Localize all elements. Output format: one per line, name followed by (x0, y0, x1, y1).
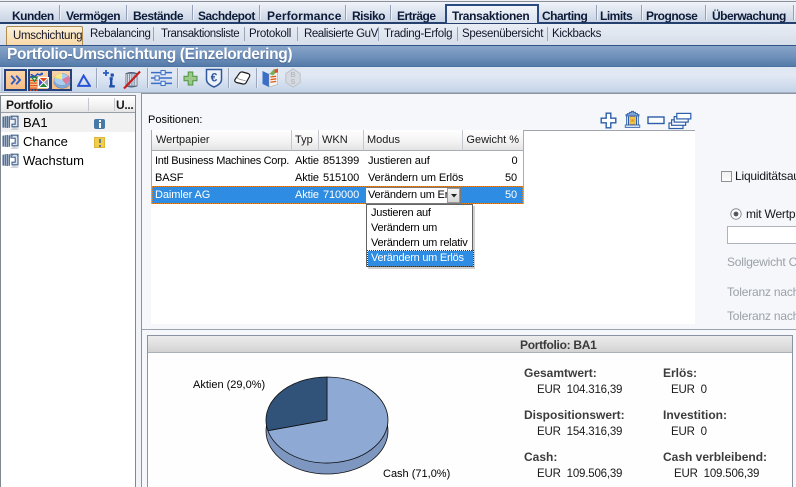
svg-text:€: € (211, 71, 218, 85)
svg-text:B: B (290, 72, 295, 79)
svg-text:S: S (291, 79, 296, 86)
